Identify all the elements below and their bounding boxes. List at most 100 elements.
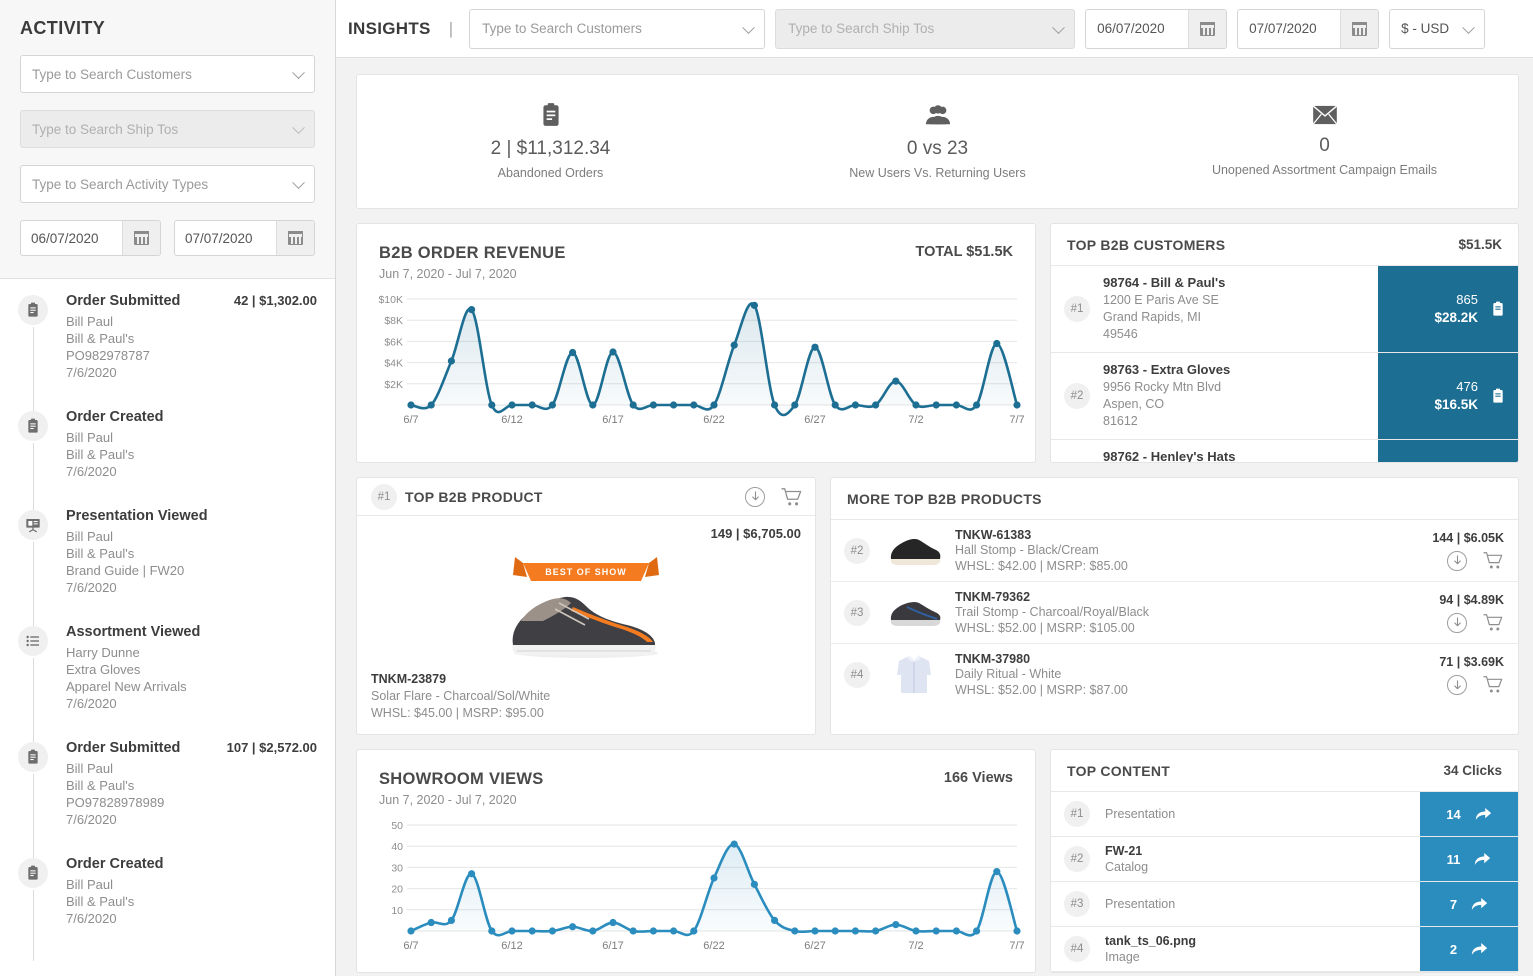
chart-data-point[interactable] <box>407 927 415 935</box>
chart-data-point[interactable] <box>872 401 880 409</box>
activity-item[interactable]: Assortment Viewed Harry Dunne Extra Glove… <box>0 624 335 746</box>
content-clicks[interactable]: 2 <box>1420 927 1518 971</box>
chart-data-point[interactable] <box>528 401 536 409</box>
chart-data-point[interactable] <box>589 927 597 935</box>
chart-data-point[interactable] <box>710 874 718 882</box>
chart-data-point[interactable] <box>488 401 496 409</box>
download-icon[interactable] <box>1447 612 1467 633</box>
chart-data-point[interactable] <box>892 377 900 385</box>
chart-data-point[interactable] <box>912 401 920 409</box>
clipboard-icon[interactable] <box>1490 300 1506 318</box>
chart-data-point[interactable] <box>508 401 516 409</box>
chart-data-point[interactable] <box>730 840 738 848</box>
cart-icon[interactable] <box>1483 613 1504 632</box>
topbar-date-from[interactable]: 06/07/2020 <box>1085 8 1228 49</box>
chart-data-point[interactable] <box>912 927 920 935</box>
chart-data-point[interactable] <box>468 870 476 878</box>
customer-row[interactable]: #3 98762 - Henley's Hats 8475 W 35th 80 <box>1051 440 1518 462</box>
activity-list[interactable]: Order Submitted 42 | $1,302.00 Bill Paul… <box>0 279 335 969</box>
product-row[interactable]: #2 TNKW-61383 Hall Stomp - Black/Cream W… <box>831 520 1518 582</box>
chart-data-point[interactable] <box>771 401 779 409</box>
content-clicks[interactable]: 7 <box>1420 882 1518 926</box>
content-list[interactable]: #1 Presentation 14 #2 FW-21 Catalog 11 #… <box>1051 792 1518 972</box>
chart-data-point[interactable] <box>1013 401 1021 409</box>
share-icon[interactable] <box>1475 806 1492 822</box>
product-row[interactable]: #3 TNKM-79362 Trail Stomp - Charcoal/Roy… <box>831 582 1518 644</box>
customers-list[interactable]: #1 98764 - Bill & Paul's 1200 E Paris Av… <box>1051 266 1518 462</box>
revenue-chart-plot[interactable]: $2K $4K $6K $8K $10K 6/7 6/12 6/17 6/22 6/27 7/2 7… <box>357 287 1035 446</box>
chart-data-point[interactable] <box>750 301 758 309</box>
chart-data-point[interactable] <box>670 401 678 409</box>
content-row[interactable]: #2 FW-21 Catalog 11 <box>1051 837 1518 882</box>
chart-data-point[interactable] <box>670 927 678 935</box>
cart-icon[interactable] <box>1483 675 1504 694</box>
chart-data-point[interactable] <box>609 348 617 356</box>
customer-value[interactable]: 80 <box>1378 440 1518 462</box>
activity-item[interactable]: Order Submitted 42 | $1,302.00 Bill Paul… <box>0 293 335 415</box>
share-icon[interactable] <box>1471 896 1488 912</box>
chart-data-point[interactable] <box>548 927 556 935</box>
activity-item[interactable]: Presentation Viewed Bill Paul Bill & Paul… <box>0 508 335 630</box>
customer-row[interactable]: #2 98763 - Extra Gloves 9956 Rocky Mtn B… <box>1051 353 1518 440</box>
customer-row[interactable]: #1 98764 - Bill & Paul's 1200 E Paris Av… <box>1051 266 1518 353</box>
chart-data-point[interactable] <box>973 927 981 935</box>
chart-data-point[interactable] <box>851 401 859 409</box>
chart-data-point[interactable] <box>447 916 455 924</box>
topbar-shipto-select[interactable]: Type to Search Ship Tos <box>775 8 1076 49</box>
download-icon[interactable] <box>1447 550 1467 571</box>
content-row[interactable]: #3 Presentation 7 <box>1051 882 1518 927</box>
chart-data-point[interactable] <box>447 357 455 365</box>
chart-data-point[interactable] <box>629 927 637 935</box>
sidebar-customer-select[interactable]: Type to Search Customers <box>20 55 315 93</box>
currency-select[interactable]: $ - USD <box>1389 8 1486 49</box>
activity-item[interactable]: Order Created Bill Paul Bill & Paul's 7/6/… <box>0 409 335 514</box>
chart-data-point[interactable] <box>589 401 597 409</box>
chart-data-point[interactable] <box>993 339 1001 348</box>
content-row[interactable]: #4 tank_ts_06.png Image 2 <box>1051 927 1518 972</box>
chart-data-point[interactable] <box>649 401 657 409</box>
chart-data-point[interactable] <box>1013 927 1021 935</box>
chart-data-point[interactable] <box>569 923 577 931</box>
product-row[interactable]: #4 TNKM-37980 Daily Ritual - White WHSL:… <box>831 644 1518 706</box>
activity-item[interactable]: Order Created Bill Paul Bill & Paul's 7/6/… <box>0 856 335 961</box>
calendar-button[interactable] <box>276 221 314 255</box>
chart-data-point[interactable] <box>750 880 758 888</box>
sidebar-activitytype-select[interactable]: Type to Search Activity Types <box>20 165 315 203</box>
chart-data-point[interactable] <box>892 921 900 929</box>
customer-value[interactable]: 865 $28.2K <box>1378 266 1518 352</box>
chart-data-point[interactable] <box>952 401 961 409</box>
views-chart-plot[interactable]: 10 20 30 40 50 6/7 6/12 6/17 6/22 6/27 7/2 7/7 <box>357 813 1035 972</box>
chart-data-point[interactable] <box>508 927 516 935</box>
customer-value[interactable]: 476 $16.5K <box>1378 353 1518 439</box>
chart-data-point[interactable] <box>811 343 819 351</box>
chart-data-point[interactable] <box>407 401 415 409</box>
chart-data-point[interactable] <box>811 927 819 935</box>
cart-icon[interactable] <box>1483 551 1504 570</box>
sidebar-date-to[interactable]: 07/07/2020 <box>174 220 315 256</box>
chart-data-point[interactable] <box>427 401 435 409</box>
topbar-customer-select[interactable]: Type to Search Customers <box>469 8 766 49</box>
chart-data-point[interactable] <box>831 401 839 409</box>
chart-data-point[interactable] <box>831 927 839 935</box>
chart-data-point[interactable] <box>569 348 577 357</box>
chart-data-point[interactable] <box>649 927 657 935</box>
chart-data-point[interactable] <box>609 918 617 927</box>
calendar-button[interactable] <box>1188 9 1227 48</box>
chart-data-point[interactable] <box>851 927 859 935</box>
content-row[interactable]: #1 Presentation 14 <box>1051 792 1518 837</box>
sidebar-shipto-select[interactable]: Type to Search Ship Tos <box>20 110 315 148</box>
activity-item[interactable]: Order Submitted 107 | $2,572.00 Bill Pau… <box>0 740 335 862</box>
share-icon[interactable] <box>1471 941 1488 957</box>
chart-data-point[interactable] <box>730 341 738 349</box>
download-icon[interactable] <box>1447 675 1467 695</box>
chart-data-point[interactable] <box>791 927 799 935</box>
share-icon[interactable] <box>1474 851 1491 867</box>
content-clicks[interactable]: 11 <box>1420 837 1518 881</box>
chart-data-point[interactable] <box>872 927 880 935</box>
chart-data-point[interactable] <box>771 916 779 924</box>
chart-data-point[interactable] <box>973 401 981 409</box>
chart-data-point[interactable] <box>690 401 698 409</box>
chart-data-point[interactable] <box>932 927 940 935</box>
chart-data-point[interactable] <box>952 927 961 935</box>
chart-data-point[interactable] <box>710 401 718 409</box>
